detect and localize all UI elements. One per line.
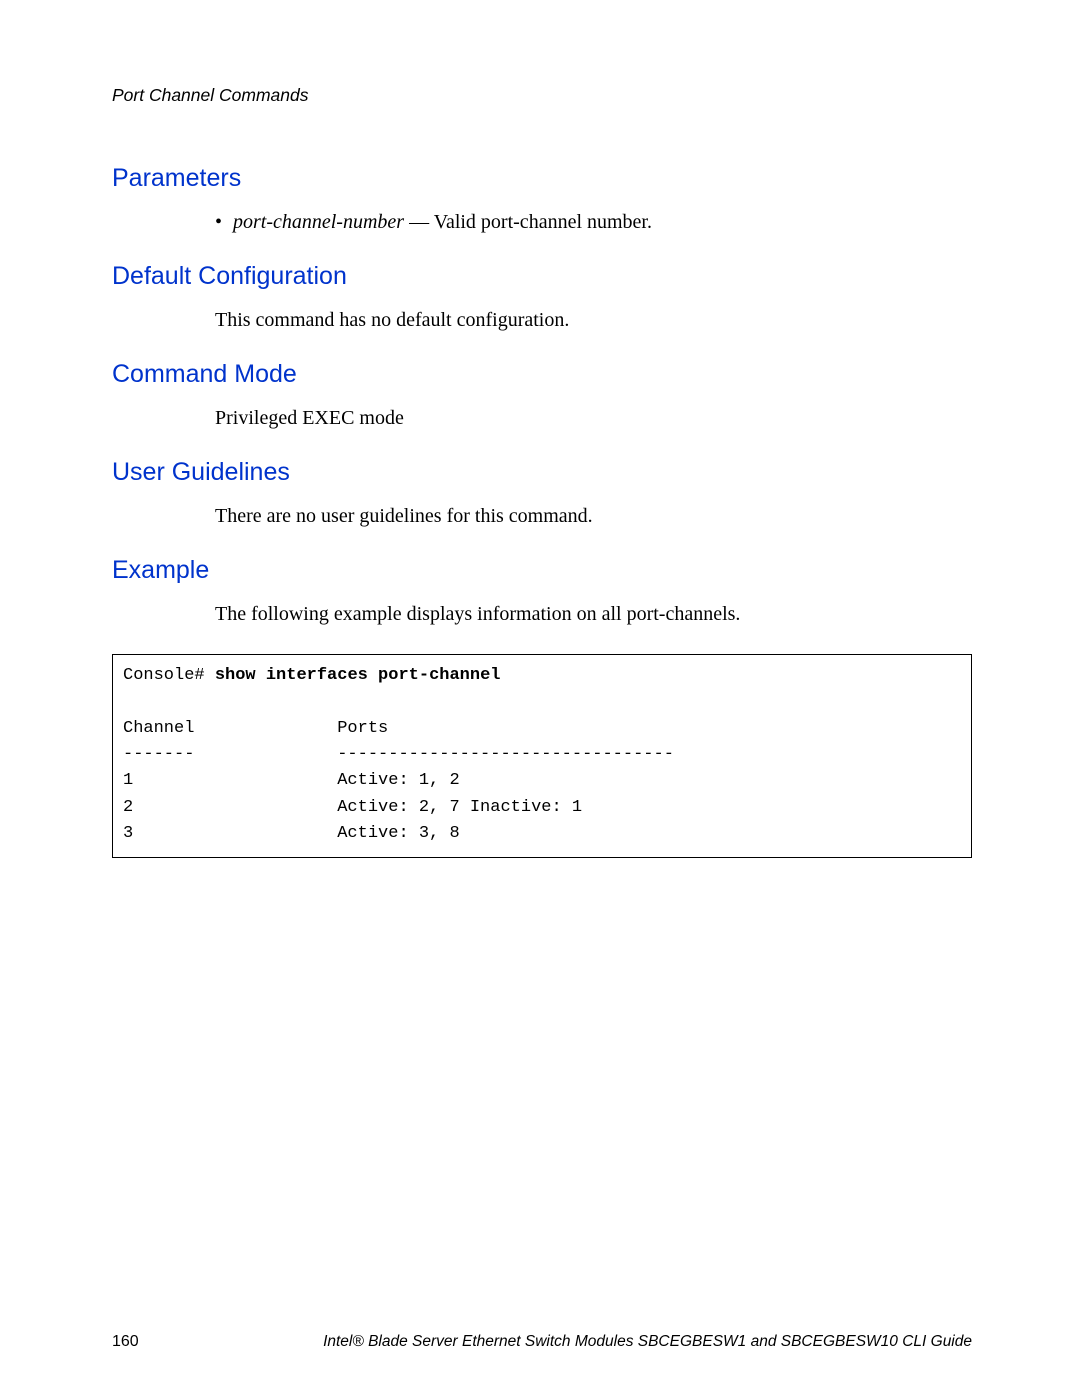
code-row3: 3 Active: 3, 8 — [123, 824, 460, 843]
bullet-marker: • — [215, 209, 233, 236]
example-code-box: Console# show interfaces port-channel Ch… — [112, 654, 972, 858]
heading-parameters: Parameters — [112, 164, 972, 193]
parameter-desc: — Valid port-channel number. — [404, 211, 652, 233]
parameter-name: port-channel-number — [233, 211, 404, 233]
user-guidelines-text: There are no user guidelines for this co… — [215, 503, 972, 530]
page-footer: 160 Intel® Blade Server Ethernet Switch … — [112, 1333, 972, 1351]
parameter-line: port-channel-number — Valid port-channel… — [233, 209, 652, 236]
example-intro: The following example displays informati… — [215, 601, 972, 628]
running-header: Port Channel Commands — [112, 85, 972, 106]
footer-title: Intel® Blade Server Ethernet Switch Modu… — [323, 1333, 972, 1351]
page-number: 160 — [112, 1333, 139, 1351]
code-row2: 2 Active: 2, 7 Inactive: 1 — [123, 798, 582, 817]
code-divider-row: ------- --------------------------------… — [123, 745, 674, 764]
code-prompt: Console# — [123, 666, 215, 685]
parameters-bullet: • port-channel-number — Valid port-chann… — [215, 209, 972, 236]
heading-command-mode: Command Mode — [112, 360, 972, 389]
command-mode-text: Privileged EXEC mode — [215, 405, 972, 432]
heading-default-config: Default Configuration — [112, 262, 972, 291]
default-config-text: This command has no default configuratio… — [215, 307, 972, 334]
heading-example: Example — [112, 556, 972, 585]
code-header-row: Channel Ports — [123, 719, 388, 738]
code-row1: 1 Active: 1, 2 — [123, 771, 460, 790]
code-command: show interfaces port-channel — [215, 666, 501, 685]
heading-user-guidelines: User Guidelines — [112, 458, 972, 487]
page: Port Channel Commands Parameters • port-… — [0, 0, 1080, 858]
